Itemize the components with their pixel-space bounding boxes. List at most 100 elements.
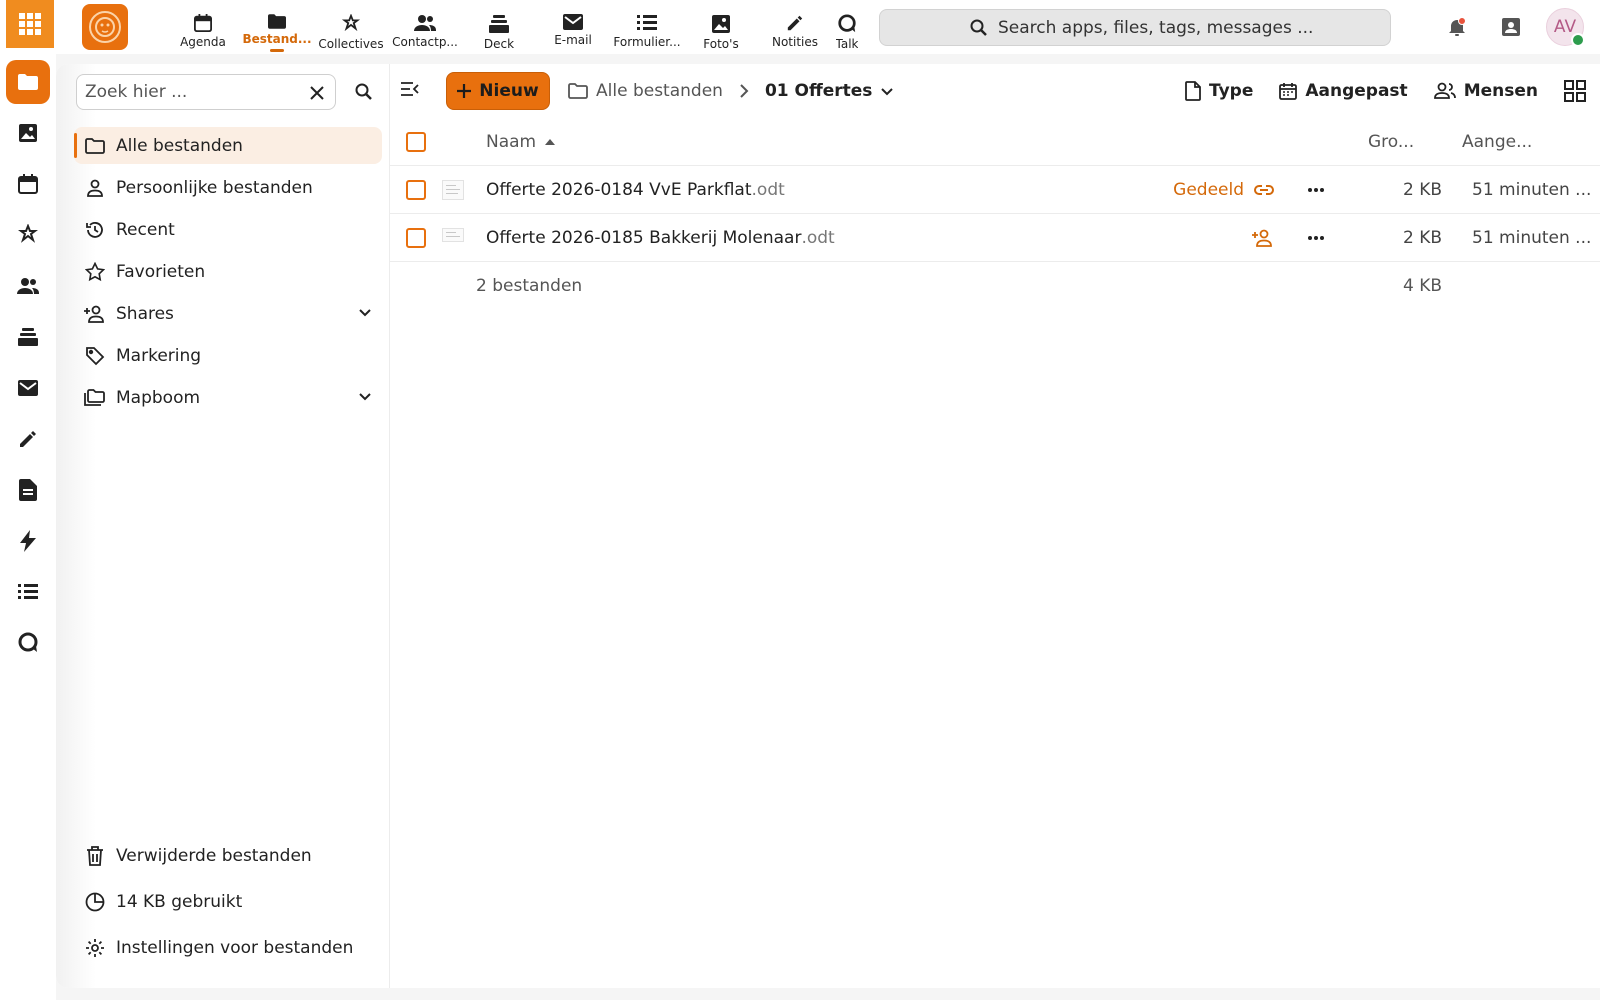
rail-contacts[interactable] [6,264,50,308]
toggle-sidebar-button[interactable] [400,80,420,98]
tag-icon [86,346,105,365]
link-icon [1254,184,1274,195]
folder-outline-icon [568,83,588,99]
row-actions-button[interactable] [1274,235,1358,240]
sidebar-item-personal-files[interactable]: Persoonlijke bestanden [74,169,382,206]
filter-type-button[interactable]: Type [1185,81,1253,101]
rail-photos[interactable] [6,111,50,155]
rail-text[interactable] [6,468,50,512]
unified-search[interactable]: Search apps, files, tags, messages ... [879,9,1391,46]
sidebar-item-all-files[interactable]: Alle bestanden [74,127,382,164]
file-icon [1185,81,1201,101]
clear-filter-button[interactable] [306,82,328,104]
rail-deck[interactable] [6,315,50,359]
share-button[interactable] [1144,229,1274,247]
breadcrumb: Alle bestanden 01 Offertes [568,72,894,110]
table-row[interactable]: Offerte 2026-0184 VvE Parkflat .odt Gedee… [390,166,1600,214]
rail-calendar[interactable] [6,162,50,206]
grid-view-toggle[interactable] [1564,80,1586,102]
sidebar-item-shares[interactable]: Shares [74,295,382,332]
expand-folder-tree-button[interactable] [358,389,372,403]
topnav-talk[interactable]: Talk [832,0,862,54]
contacts-icon [17,278,39,294]
topnav-contacts[interactable]: Contactp... [388,0,462,54]
rail-collectives[interactable] [6,213,50,257]
list-icon [637,15,657,30]
settings-label: Instellingen voor bestanden [116,938,354,958]
user-avatar[interactable]: AV [1546,8,1585,47]
rail-activity[interactable] [6,519,50,563]
person-icon [87,179,103,197]
gear-icon [86,939,104,957]
sidebar-filter-input[interactable] [76,74,336,110]
topnav-label: Formulier... [613,35,681,49]
topnav-files[interactable]: Bestand... [240,0,314,54]
star-icon [85,261,105,281]
rail-mail[interactable] [6,366,50,410]
topnav-notes[interactable]: Notities [758,0,832,54]
filter-type-label: Type [1209,81,1254,101]
topnav-label: Bestand... [242,32,312,46]
row-checkbox[interactable] [406,179,426,200]
rail-forms[interactable] [6,570,50,614]
filter-modified-button[interactable]: Aangepast [1279,81,1408,101]
file-size: 2 KB [1402,227,1442,248]
topnav-collectives[interactable]: Collectives [314,0,388,54]
select-all-checkbox[interactable] [406,131,426,152]
new-button-label: Nieuw [479,81,539,101]
sidebar-item-trash[interactable]: Verwijderde bestanden [74,836,382,876]
sidebar-item-settings[interactable]: Instellingen voor bestanden [74,928,382,968]
sidebar-search-button[interactable] [352,80,376,104]
filter-people-button[interactable]: Mensen [1433,81,1538,101]
share-status-button[interactable]: Gedeeld [1144,180,1274,200]
breadcrumb-current[interactable]: 01 Offertes [765,81,895,101]
table-row[interactable]: Offerte 2026-0185 Bakkerij Molenaar .odt … [390,214,1600,262]
folder-icon [18,74,38,90]
rail-talk[interactable] [6,621,50,665]
file-name[interactable]: Offerte 2026-0185 Bakkerij Molenaar .odt [486,228,1144,248]
sidebar-item-favorites[interactable]: Favorieten [74,253,382,290]
column-size-sort[interactable]: Gro... [1358,132,1450,152]
trash-icon [87,846,103,866]
topnav-mail[interactable]: E-mail [536,0,610,54]
column-modified-sort[interactable]: Aange... [1450,132,1600,152]
notifications-button[interactable] [1430,0,1484,54]
topnav-deck[interactable]: Deck [462,0,536,54]
lightning-icon [20,530,36,552]
app-rail [0,0,56,1000]
breadcrumb-root[interactable]: Alle bestanden [568,81,723,101]
topnav-label: Agenda [180,35,226,49]
topnav-photos[interactable]: Foto's [684,0,758,54]
topnav-agenda[interactable]: Agenda [166,0,240,54]
row-checkbox[interactable] [406,227,426,248]
people-icon [1433,82,1456,99]
topnav-label: Collectives [318,37,384,51]
file-list-summary: 2 bestanden 4 KB [390,262,1600,310]
file-count: 2 bestanden [476,276,583,296]
contacts-menu-button[interactable] [1484,0,1538,54]
rail-files[interactable] [6,60,50,104]
topnav-label: Notities [771,35,819,49]
column-name-sort[interactable]: Naam [486,132,1144,152]
breadcrumb-root-label: Alle bestanden [596,81,723,101]
row-actions-button[interactable] [1274,187,1358,192]
topnav-forms[interactable]: Formulier... [610,0,684,54]
online-status-indicator [1571,33,1585,47]
storage-quota[interactable]: 14 KB gebruikt [74,882,382,922]
sidebar-item-recent[interactable]: Recent [74,211,382,248]
sidebar-item-label: Recent [116,219,175,240]
file-name[interactable]: Offerte 2026-0184 VvE Parkflat .odt [486,180,1144,200]
brand-logo[interactable] [82,4,128,50]
sidebar-item-tags[interactable]: Markering [74,337,382,374]
app-menu-button[interactable] [6,0,54,48]
sidebar-item-label: Markering [116,345,202,366]
top-bar: Agenda Bestand... Collectives Contactp..… [56,0,1600,54]
column-name-label: Naam [486,131,537,152]
new-button[interactable]: Nieuw [446,72,550,110]
talk-icon [838,14,856,33]
expand-shares-button[interactable] [358,305,372,319]
sidebar-item-folder-tree[interactable]: Mapboom [74,379,382,416]
search-placeholder: Search apps, files, tags, messages ... [998,17,1314,38]
rail-notes[interactable] [6,417,50,461]
search-icon [355,83,372,100]
